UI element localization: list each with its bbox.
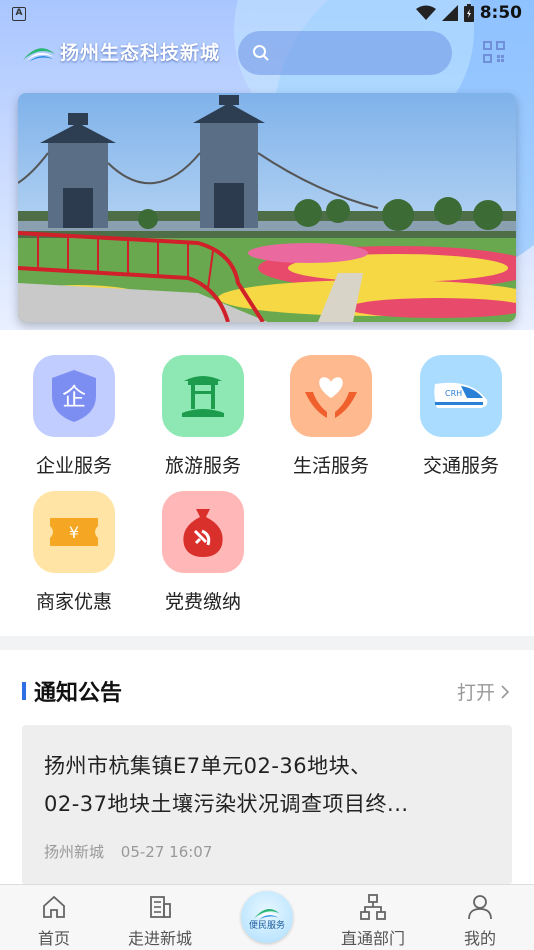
- tab-departments[interactable]: 直通部门: [323, 885, 423, 950]
- app-name: 扬州生态科技新城: [60, 42, 221, 64]
- notice-more-link[interactable]: 打开: [457, 678, 510, 705]
- svg-text:¥: ¥: [69, 523, 79, 542]
- home-icon: [43, 895, 65, 918]
- more-label: 打开: [456, 682, 495, 704]
- search-bar[interactable]: [238, 31, 452, 75]
- tab-label: 我的: [463, 929, 496, 948]
- svg-text:企: 企: [62, 383, 86, 411]
- service-tourism[interactable]: 旅游服务: [148, 355, 258, 485]
- service-enterprise[interactable]: 企 企业服务: [19, 355, 129, 485]
- notice-item[interactable]: 扬州市杭集镇E7单元02-36地块、 02-37地块土壤污染状况调查项目终...…: [22, 725, 512, 885]
- search-icon: [253, 45, 269, 61]
- service-label: 商家优惠: [35, 591, 112, 613]
- tab-label: 走进新城: [127, 929, 192, 948]
- tab-about-city[interactable]: 走进新城: [110, 885, 210, 950]
- logo-arc-icon: [23, 47, 55, 62]
- battery-icon: [463, 4, 474, 22]
- notice-section: 通知公告 打开 扬州市杭集镇E7单元02-36地块、 02-37地块土壤污染状况…: [0, 650, 534, 886]
- svg-text:CRH: CRH: [445, 389, 462, 398]
- service-life[interactable]: 生活服务: [276, 355, 386, 485]
- enterprise-shield-icon: 企: [33, 355, 115, 437]
- org-chart-icon: [360, 894, 386, 920]
- section-accent-bar: [22, 682, 26, 700]
- status-bar: A 8:50: [0, 0, 534, 28]
- status-time: 8:50: [479, 3, 522, 23]
- service-label: 生活服务: [292, 455, 369, 477]
- coupon-icon: ¥: [33, 491, 115, 573]
- search-input[interactable]: [278, 44, 438, 62]
- pavilion-icon: [162, 355, 244, 437]
- banner-image: [18, 93, 516, 322]
- tab-label: 直通部门: [340, 929, 405, 948]
- notice-time: 05-27 16:07: [120, 843, 213, 861]
- chevron-right-icon: [501, 684, 510, 699]
- notice-meta: 扬州新城 05-27 16:07: [44, 841, 490, 862]
- qr-scan-icon[interactable]: [482, 40, 506, 64]
- wifi-icon: [415, 5, 436, 20]
- service-grid: 企 企业服务 旅游服务 生活服务 CRH 交通服务 ¥ 商家优惠 党费缴纳: [0, 330, 534, 636]
- service-label: 企业服务: [35, 455, 112, 477]
- service-party-fee[interactable]: 党费缴纳: [148, 491, 258, 621]
- building-icon: [150, 896, 171, 918]
- user-icon: [468, 895, 492, 920]
- signal-icon: [441, 5, 458, 21]
- notice-title: 通知公告: [34, 681, 123, 706]
- tab-home[interactable]: 首页: [4, 885, 104, 950]
- app-logo[interactable]: 扬州生态科技新城: [22, 38, 220, 65]
- notice-headline-line: 02-37地块土壤污染状况调查项目终...: [44, 792, 409, 816]
- service-label: 党费缴纳: [164, 591, 241, 613]
- party-fee-bag-icon: [162, 491, 244, 573]
- notice-headline: 扬州市杭集镇E7单元02-36地块、 02-37地块土壤污染状况调查项目终...: [44, 747, 490, 823]
- notice-headline-line: 扬州市杭集镇E7单元02-36地块、: [44, 754, 372, 778]
- heart-hands-icon: [290, 355, 372, 437]
- banner-carousel[interactable]: [18, 93, 516, 322]
- high-speed-train-icon: CRH: [420, 355, 502, 437]
- tab-convenience-services[interactable]: 便民服务: [241, 891, 293, 943]
- tab-center-label: 便民服务: [248, 920, 285, 931]
- notice-source: 扬州新城: [44, 843, 105, 861]
- app-header: 扬州生态科技新城: [0, 28, 534, 78]
- notification-app-icon: A: [12, 7, 26, 21]
- service-label: 交通服务: [422, 455, 499, 477]
- tab-mine[interactable]: 我的: [430, 885, 530, 950]
- service-label: 旅游服务: [164, 455, 241, 477]
- service-merchant-deals[interactable]: ¥ 商家优惠: [19, 491, 129, 621]
- tab-label: 首页: [37, 929, 70, 948]
- service-transport[interactable]: CRH 交通服务: [406, 355, 516, 485]
